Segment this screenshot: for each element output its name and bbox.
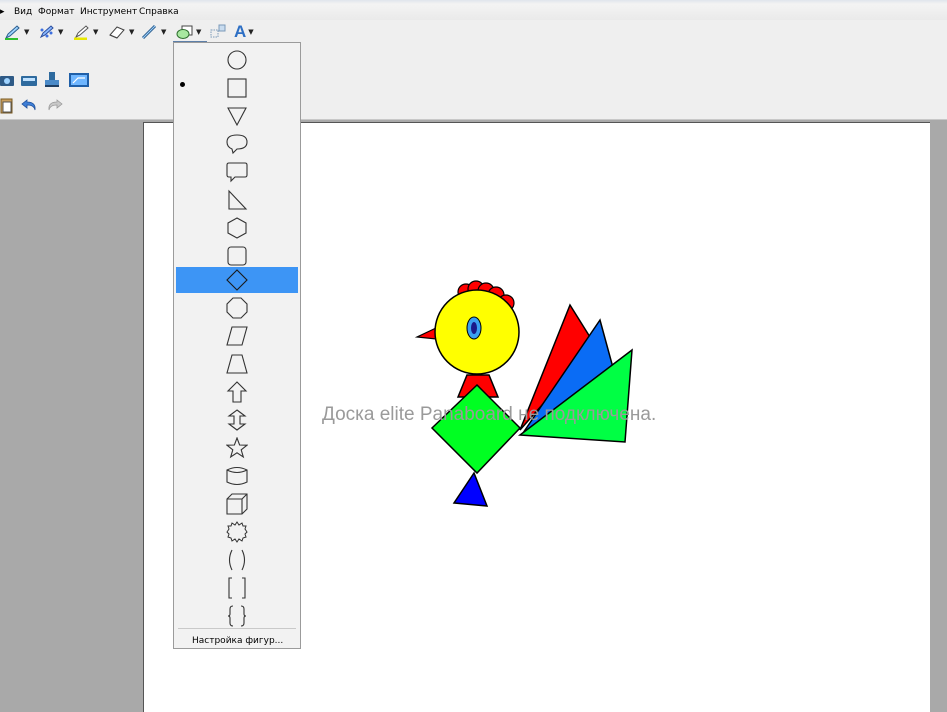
redo-button[interactable]	[44, 97, 64, 113]
rooster-shapes-svg	[414, 280, 633, 507]
eraser-button[interactable]: ▼	[107, 24, 134, 40]
square-shape-icon	[227, 78, 247, 98]
panaboard-status-message: Доска elite Panaboard не подключена.	[322, 404, 657, 425]
scanner-icon	[21, 76, 37, 86]
text-tool-button[interactable]: A ▼	[234, 22, 254, 42]
shape-tool-button[interactable]: ▼	[176, 24, 201, 40]
camera-icon	[0, 76, 14, 86]
oval-callout-icon	[226, 134, 248, 155]
eraser-dropdown-caret[interactable]: ▼	[129, 28, 134, 36]
trapezoid-icon	[226, 354, 248, 374]
eraser-icon	[109, 26, 125, 39]
menu-item-help[interactable]: Справка	[139, 7, 179, 17]
pen-icon	[4, 25, 20, 40]
scanner-button[interactable]	[20, 72, 38, 88]
hexagon-icon	[227, 217, 247, 239]
line-dropdown-caret[interactable]: ▼	[161, 28, 166, 36]
paste-icon	[0, 98, 13, 114]
menu-item-tool[interactable]: Инструмент	[80, 7, 137, 17]
rooster-pupil	[471, 322, 477, 334]
up-down-arrow-icon	[227, 409, 247, 431]
object-select-button[interactable]	[210, 24, 228, 40]
braces-icon	[227, 605, 247, 627]
right-triangle-icon	[228, 189, 248, 210]
shape-item-seal[interactable]	[176, 519, 298, 545]
up-arrow-icon	[226, 381, 248, 403]
pen-tool-button[interactable]: ▼	[4, 24, 29, 40]
shape-item-diamond[interactable]	[176, 267, 298, 293]
shape-item-octagon[interactable]	[176, 295, 298, 321]
circle-shape-icon	[227, 50, 247, 70]
menu-separator	[178, 628, 296, 629]
menu-item-view[interactable]: Вид	[14, 7, 32, 17]
shape-item-rect-callout[interactable]	[176, 159, 298, 185]
paste-button[interactable]	[0, 96, 14, 114]
camera-button[interactable]	[0, 72, 16, 88]
triangle-shape-icon	[227, 107, 247, 127]
pattern-pen-icon	[39, 25, 54, 39]
shape-item-brackets[interactable]	[176, 575, 298, 601]
screen-capture-icon	[69, 73, 89, 87]
rooster-leg-triangle	[452, 471, 489, 507]
shape-item-up-arrow[interactable]	[176, 379, 298, 405]
parallelogram-icon	[226, 326, 248, 346]
screen-capture-button[interactable]	[68, 72, 90, 88]
menu-bar: ▸ Вид Формат Инструмент Справка	[0, 0, 947, 20]
shape-settings-menu-item[interactable]: Настройка фигур...	[192, 636, 283, 646]
cube-icon	[226, 493, 248, 515]
shape-item-cylinder[interactable]	[176, 463, 298, 489]
text-dropdown-caret[interactable]: ▼	[248, 28, 253, 36]
shape-item-trapezoid[interactable]	[176, 351, 298, 377]
octagon-icon	[226, 297, 248, 319]
rooster-drawing[interactable]	[410, 275, 650, 519]
beak	[414, 327, 437, 340]
parentheses-icon	[228, 549, 246, 571]
menu-overflow-arrow[interactable]: ▸	[0, 7, 5, 17]
shape-item-circle[interactable]	[176, 47, 298, 73]
rooster-body-diamond	[430, 383, 522, 475]
highlighter-dropdown-caret[interactable]: ▼	[93, 28, 98, 36]
pattern-pen-button[interactable]: ▼	[38, 24, 63, 40]
menu-bullet-marker	[180, 82, 185, 87]
pattern-pen-dropdown-caret[interactable]: ▼	[58, 28, 63, 36]
diamond-icon	[226, 269, 248, 291]
shape-item-square[interactable]	[176, 75, 298, 101]
cylinder-icon	[226, 466, 248, 486]
star-icon	[226, 437, 248, 459]
highlighter-icon	[74, 25, 89, 40]
shape-item-triangle[interactable]	[176, 103, 298, 129]
stamp-icon	[45, 72, 59, 87]
rect-callout-icon	[226, 162, 248, 183]
shape-item-rounded-square[interactable]	[176, 243, 298, 269]
undo-button[interactable]	[20, 97, 40, 113]
title-strip	[0, 0, 947, 4]
shape-item-double-arrow[interactable]	[176, 407, 298, 433]
highlighter-button[interactable]: ▼	[73, 24, 98, 40]
shape-dropdown-caret[interactable]: ▼	[196, 28, 201, 36]
stamp-button[interactable]	[44, 71, 60, 89]
shape-item-braces[interactable]	[176, 603, 298, 629]
shape-item-parallelogram[interactable]	[176, 323, 298, 349]
shape-item-oval-callout[interactable]	[176, 131, 298, 157]
shape-item-cube[interactable]	[176, 491, 298, 517]
undo-icon	[21, 99, 36, 111]
shape-item-parentheses[interactable]	[176, 547, 298, 573]
rounded-square-icon	[227, 246, 247, 266]
shapes-icon	[176, 25, 193, 39]
seal-burst-icon	[226, 521, 248, 543]
select-objects-icon	[210, 24, 226, 38]
brackets-icon	[228, 577, 246, 599]
shape-item-star[interactable]	[176, 435, 298, 461]
line-tool-icon	[141, 24, 157, 40]
menu-item-format[interactable]: Формат	[38, 7, 75, 17]
pen-dropdown-caret[interactable]: ▼	[24, 28, 29, 36]
redo-icon	[48, 99, 63, 111]
shape-dropdown-menu: Настройка фигур...	[173, 42, 301, 649]
toolbar-area: ▼ ▼ ▼ ▼ ▼ ▼ A ▼	[0, 20, 947, 120]
line-tool-button[interactable]: ▼	[141, 24, 166, 40]
shape-item-hexagon[interactable]	[176, 215, 298, 241]
shape-item-right-triangle[interactable]	[176, 187, 298, 213]
text-tool-icon: A	[234, 22, 247, 41]
